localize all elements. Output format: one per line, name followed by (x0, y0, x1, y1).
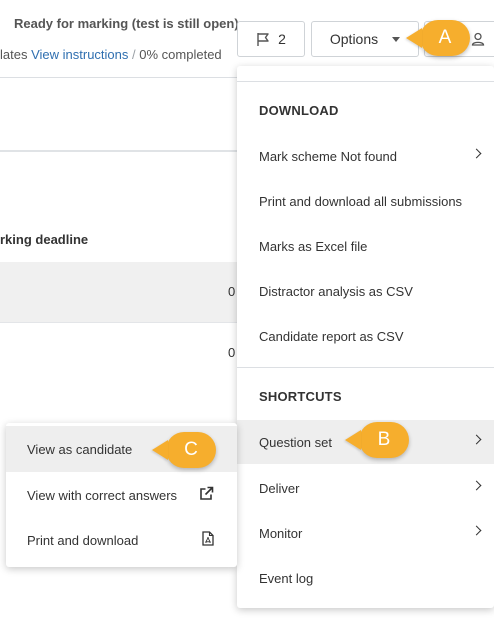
submenu-item-label: Print and download (27, 532, 139, 548)
menu-item-label: Marks as Excel file (259, 238, 368, 254)
chevron-right-icon (471, 434, 482, 445)
separator: / (132, 47, 136, 62)
callout-label: A (420, 20, 470, 56)
menu-item-label: Candidate report as CSV (259, 328, 404, 344)
menu-item-distractor-csv[interactable]: Distractor analysis as CSV (237, 269, 494, 313)
menu-item-print-download-all[interactable]: Print and download all submissions (237, 179, 494, 223)
flag-icon (257, 32, 269, 46)
submenu-item-label: View as candidate (27, 441, 133, 457)
menu-item-candidate-report-csv[interactable]: Candidate report as CSV (237, 314, 494, 358)
flag-count: 2 (278, 31, 286, 47)
marking-deadline-header: rking deadline (0, 232, 89, 247)
pdf-file-icon (202, 531, 214, 546)
callout-c: C (152, 432, 216, 468)
download-heading: DOWNLOAD (259, 103, 339, 118)
table-cell: 0 (228, 345, 236, 360)
menu-item-marks-excel[interactable]: Marks as Excel file (237, 224, 494, 268)
menu-item-label: Monitor (259, 525, 303, 541)
callout-a: A (406, 20, 470, 56)
options-menu: DOWNLOAD Mark scheme Not found Print and… (237, 66, 494, 608)
callout-label: B (359, 422, 409, 458)
caret-down-icon (392, 36, 401, 42)
view-instructions-link[interactable]: View instructions (31, 47, 128, 62)
submenu-item-label: View with correct answers (27, 487, 178, 503)
progress-text: 0% completed (139, 47, 222, 62)
options-label: Options (329, 31, 379, 47)
user-icon (471, 32, 485, 46)
options-button[interactable]: Options (311, 21, 419, 57)
menu-item-label: Distractor analysis as CSV (259, 283, 413, 299)
status-title: Ready for marking (test is still open) (14, 16, 239, 31)
menu-item-monitor[interactable]: Monitor (237, 511, 494, 555)
menu-item-label: Print and download all submissions (259, 193, 463, 209)
table-row (0, 262, 237, 322)
external-link-icon (200, 486, 214, 500)
submenu-item-print-download[interactable]: Print and download (6, 517, 237, 563)
shortcuts-heading: SHORTCUTS (259, 389, 342, 404)
row-divider (0, 322, 237, 323)
callout-pointer (152, 440, 168, 460)
submenu-item-view-correct-answers[interactable]: View with correct answers (6, 472, 237, 518)
flag-button[interactable]: 2 (237, 21, 305, 57)
menu-item-mark-scheme[interactable]: Mark scheme Not found (237, 134, 494, 178)
menu-item-label: Deliver (259, 480, 300, 496)
menu-item-label: Question set (259, 434, 332, 450)
callout-pointer (345, 430, 361, 450)
menu-item-label: Event log (259, 570, 314, 586)
table-cell: 0 (228, 284, 236, 299)
callout-label: C (166, 432, 216, 468)
chevron-right-icon (471, 525, 482, 536)
status-line: lates View instructions / 0% completed (0, 47, 222, 62)
chevron-right-icon (471, 148, 482, 159)
menu-item-label: Mark scheme Not found (259, 148, 398, 164)
menu-divider (237, 367, 494, 368)
menu-divider (237, 81, 494, 82)
section-divider (0, 150, 237, 152)
updates-text: lates (0, 47, 28, 62)
callout-b: B (345, 422, 409, 458)
menu-item-deliver[interactable]: Deliver (237, 466, 494, 510)
chevron-right-icon (471, 480, 482, 491)
callout-pointer (406, 28, 422, 48)
menu-item-event-log[interactable]: Event log (237, 556, 494, 600)
